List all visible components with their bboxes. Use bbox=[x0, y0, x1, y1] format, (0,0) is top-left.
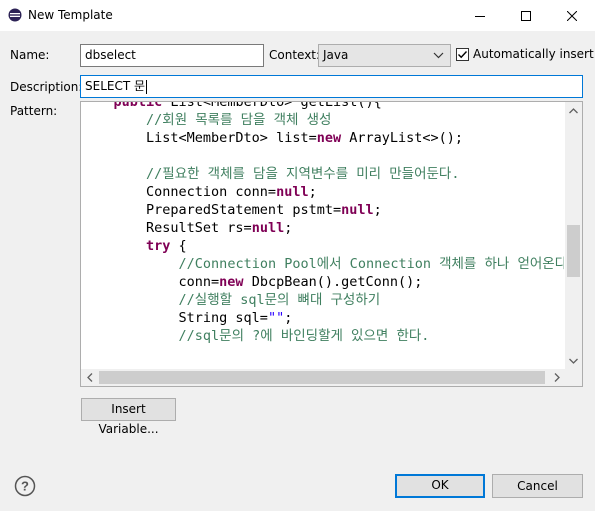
ok-button[interactable]: OK bbox=[395, 474, 485, 498]
close-icon bbox=[567, 10, 577, 21]
context-selected-value: Java bbox=[323, 48, 349, 62]
code-token: DbcpBean().getConn(); bbox=[243, 274, 423, 290]
code-token: String sql= bbox=[81, 310, 268, 326]
horizontal-scroll-thumb[interactable] bbox=[99, 371, 545, 384]
code-token: //회원 목록를 담을 객체 생성 bbox=[146, 112, 332, 128]
code-token: try bbox=[146, 238, 171, 254]
chevron-down-icon bbox=[433, 52, 444, 59]
name-input[interactable]: dbselect bbox=[80, 44, 264, 67]
code-line: //회원 목록를 담을 객체 생성 bbox=[81, 111, 564, 129]
name-label: Name: bbox=[10, 48, 50, 62]
code-token: ArrayList<>(); bbox=[341, 130, 464, 146]
code-token: //실행할 sql문의 뼈대 구성하기 bbox=[178, 292, 381, 308]
code-token: ; bbox=[284, 310, 293, 326]
code-token: { bbox=[170, 238, 187, 254]
code-token: null bbox=[341, 202, 374, 218]
code-line: String sql=""; bbox=[81, 309, 564, 327]
minimize-icon bbox=[475, 15, 485, 17]
code-line: Connection conn=null; bbox=[81, 183, 564, 201]
code-line: public List<MemberDto> getList(){ bbox=[81, 102, 564, 111]
code-token: //Connection Pool에서 Connection 객체를 하나 얻어… bbox=[178, 256, 564, 272]
horizontal-scrollbar[interactable] bbox=[81, 369, 565, 386]
scroll-down-button[interactable] bbox=[565, 352, 582, 369]
vertical-scrollbar[interactable] bbox=[565, 102, 582, 369]
pattern-code[interactable]: public List<MemberDto> getList(){ //회원 목… bbox=[81, 102, 564, 369]
code-line: try { bbox=[81, 237, 564, 255]
pattern-label: Pattern: bbox=[10, 104, 58, 118]
code-token: //필요한 객체를 담을 지역변수를 미리 만들어둔다. bbox=[146, 166, 460, 182]
code-line: //Connection Pool에서 Connection 객체를 하나 얻어… bbox=[81, 255, 564, 273]
chevron-up-icon bbox=[569, 107, 578, 113]
pattern-editor[interactable]: public List<MemberDto> getList(){ //회원 목… bbox=[80, 101, 583, 387]
code-line: PreparedStatement pstmt=null; bbox=[81, 201, 564, 219]
code-token: null bbox=[251, 220, 285, 236]
code-token: List<MemberDto> list= bbox=[81, 130, 317, 146]
checkmark-icon bbox=[458, 51, 468, 59]
minimize-button[interactable] bbox=[457, 0, 503, 31]
close-button[interactable] bbox=[549, 0, 595, 31]
code-token: PreparedStatement pstmt= bbox=[81, 202, 342, 218]
code-token: public bbox=[113, 102, 163, 110]
vertical-scroll-thumb[interactable] bbox=[567, 225, 580, 277]
code-token: //sql문의 ?에 바인딩할게 있으면 한다. bbox=[178, 328, 430, 344]
code-line: //실행할 sql문의 뼈대 구성하기 bbox=[81, 291, 564, 309]
code-token: ; bbox=[284, 220, 293, 236]
code-line: ResultSet rs=null; bbox=[81, 219, 564, 237]
scroll-up-button[interactable] bbox=[565, 102, 582, 119]
pattern-lines: public List<MemberDto> getList(){ //회원 목… bbox=[81, 102, 564, 345]
chevron-left-icon bbox=[86, 373, 92, 382]
help-icon[interactable]: ? bbox=[14, 475, 36, 497]
description-value: SELECT 문 bbox=[85, 79, 146, 93]
insert-variable-button[interactable]: Insert Variable... bbox=[81, 398, 176, 436]
scroll-right-button[interactable] bbox=[548, 369, 565, 386]
code-line: List<MemberDto> list=new ArrayList<>(); bbox=[81, 129, 564, 147]
eclipse-icon bbox=[8, 8, 22, 22]
window-title: New Template bbox=[28, 8, 113, 22]
code-token: new bbox=[219, 274, 244, 290]
maximize-button[interactable] bbox=[503, 0, 549, 31]
code-token: new bbox=[316, 130, 342, 146]
cancel-button[interactable]: Cancel bbox=[492, 474, 583, 498]
code-token: null bbox=[276, 184, 309, 200]
code-line: //필요한 객체를 담을 지역변수를 미리 만들어둔다. bbox=[81, 165, 564, 183]
code-token: ; bbox=[308, 184, 317, 200]
auto-insert-checkbox[interactable] bbox=[456, 48, 469, 61]
code-line: //sql문의 ?에 바인딩할게 있으면 한다. bbox=[81, 327, 564, 345]
context-select[interactable]: Java bbox=[318, 44, 451, 67]
code-token: ; bbox=[373, 202, 382, 218]
scrollbar-corner bbox=[565, 369, 582, 386]
maximize-icon bbox=[521, 10, 531, 21]
code-token: ResultSet rs= bbox=[81, 220, 252, 236]
description-label: Description: bbox=[10, 80, 83, 94]
auto-insert-label: Automatically insert bbox=[473, 47, 594, 61]
text-cursor bbox=[146, 79, 148, 94]
code-token: List<MemberDto> getList(){ bbox=[162, 102, 382, 110]
description-input[interactable]: SELECT 문 bbox=[80, 75, 583, 98]
svg-text:?: ? bbox=[21, 479, 29, 494]
scroll-left-button[interactable] bbox=[81, 369, 98, 386]
code-token: Connection conn= bbox=[81, 184, 277, 200]
code-line: conn=new DbcpBean().getConn(); bbox=[81, 273, 564, 291]
title-bar: New Template bbox=[0, 0, 595, 31]
code-token: "" bbox=[267, 310, 285, 326]
chevron-down-icon bbox=[569, 358, 578, 364]
context-label: Context: bbox=[269, 48, 321, 62]
code-token: conn= bbox=[81, 274, 220, 290]
chevron-right-icon bbox=[554, 373, 560, 382]
